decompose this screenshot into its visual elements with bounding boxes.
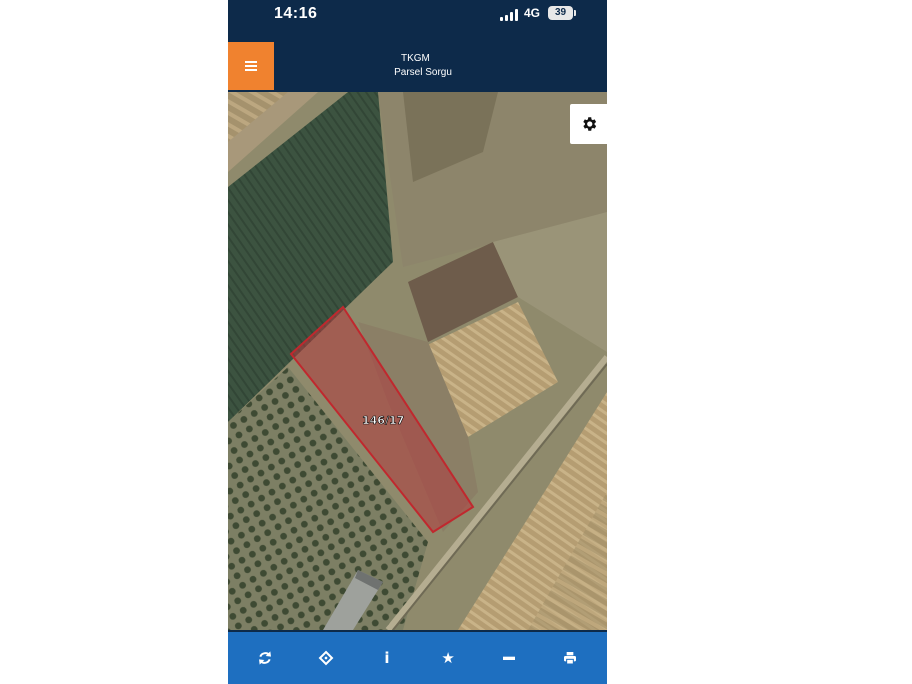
header-title-block: TKGM Parsel Sorgu	[378, 52, 468, 80]
map-imagery[interactable]: 146/17	[228, 92, 607, 630]
battery-tip	[574, 10, 576, 16]
info-button[interactable]: i	[367, 638, 407, 678]
phone-screen: 14:16 4G 39 TKGM Parsel Sorgu 146/17 i ★	[228, 0, 607, 684]
favorite-button[interactable]: ★	[428, 638, 468, 678]
satellite-map[interactable]: 146/17	[228, 92, 607, 630]
parcel-label: 146/17	[362, 414, 404, 427]
status-bar: 14:16 4G 39	[228, 0, 607, 36]
measure-icon	[503, 656, 516, 660]
print-icon	[564, 652, 577, 665]
refresh-button[interactable]	[245, 638, 285, 678]
network-type: 4G	[524, 6, 541, 20]
app-subtitle: Parsel Sorgu	[394, 67, 452, 78]
star-icon: ★	[441, 649, 455, 667]
bottom-toolbar: i ★	[228, 632, 607, 684]
menu-button[interactable]	[228, 42, 274, 90]
print-button[interactable]	[550, 638, 590, 678]
locate-button[interactable]	[306, 638, 346, 678]
refresh-icon	[258, 651, 271, 665]
status-time: 14:16	[274, 5, 318, 22]
signal-icon	[500, 9, 520, 21]
app-title: TKGM	[401, 53, 430, 64]
app-header: TKGM Parsel Sorgu	[228, 36, 607, 92]
settings-button[interactable]	[570, 104, 607, 144]
battery-icon: 39	[548, 6, 573, 20]
measure-button[interactable]	[489, 638, 529, 678]
gear-icon	[582, 117, 596, 131]
hamburger-menu-icon	[245, 61, 257, 71]
info-icon: i	[384, 649, 390, 667]
locate-icon	[318, 650, 334, 666]
